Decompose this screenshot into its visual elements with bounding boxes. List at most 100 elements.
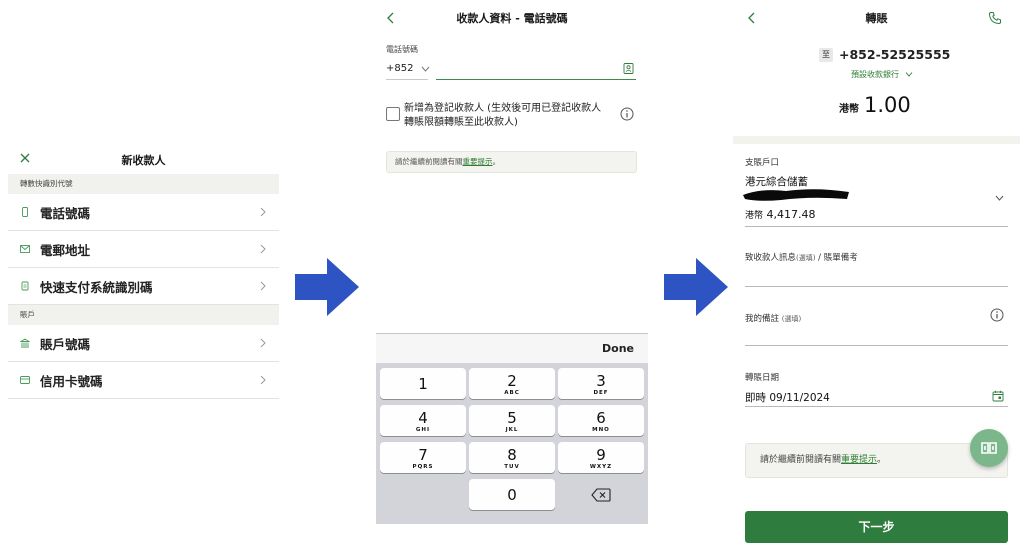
key-1[interactable]: 1 (380, 368, 466, 399)
info-icon[interactable] (990, 308, 1004, 322)
backspace-icon (591, 487, 611, 502)
payee-phone-number: +852-52525555 (839, 47, 951, 62)
key-5[interactable]: 5 JKL (469, 405, 555, 436)
next-button[interactable]: 下一步 (745, 511, 1008, 543)
back-icon[interactable] (386, 11, 396, 25)
key-0[interactable]: 0 (469, 479, 555, 510)
chevron-right-icon (260, 281, 266, 291)
info-icon[interactable] (620, 107, 634, 121)
new-payee-panel: 新收款人 轉數快識別代號 電話號碼 電郵地址 快速支付系統識別碼 賬戶 賬戶號碼… (8, 146, 279, 399)
country-code-value: +852 (386, 63, 414, 74)
to-badge: 至 (819, 47, 833, 62)
field-underline (745, 406, 1008, 407)
credit-card-icon (20, 375, 30, 385)
payee-type-label: 電話號碼 (40, 205, 91, 221)
country-code-select[interactable]: +852 (386, 63, 430, 74)
payee-type-fps-id[interactable]: 快速支付系統識別碼 (8, 268, 279, 305)
mail-icon (20, 244, 30, 254)
keyboard-done-button[interactable]: Done (602, 342, 634, 355)
numeric-keyboard: Done 1 2 ABC 3 DEF 4 GHI 5 JKL 6 MNO 7 PQRS 8T… (376, 333, 648, 524)
key-9[interactable]: 9 WXYZ (558, 442, 644, 473)
key-3[interactable]: 3 DEF (558, 368, 644, 399)
payee-type-label: 快速支付系統識別碼 (40, 279, 153, 295)
register-payee-label: 新增為登記收款人 (生效後可用已登記收款人轉賬限額轉賬至此收款人) (404, 103, 602, 128)
section-fps-id: 轉數快識別代號 (8, 174, 279, 194)
key-2[interactable]: 2 ABC (469, 368, 555, 399)
delete-key[interactable] (558, 479, 644, 510)
bank-icon (20, 338, 30, 348)
important-notice: 請於繼續前閱讀有關重要提示。 (745, 443, 1008, 478)
register-payee-checkbox[interactable] (386, 107, 400, 121)
payee-type-label: 信用卡號碼 (40, 373, 103, 389)
payee-summary: 至 +852-52525555 (819, 47, 950, 62)
balance-currency: 港幣 (745, 211, 764, 221)
contacts-icon[interactable] (623, 63, 634, 74)
page-title: 轉賬 (865, 12, 888, 25)
transfer-date-label: 轉賬日期 (745, 373, 780, 383)
page-title: 收款人資料 - 電話號碼 (456, 12, 568, 25)
chevron-down-icon (422, 66, 430, 72)
payee-type-phone[interactable]: 電話號碼 (8, 194, 279, 231)
transfer-panel: 轉賬 至 +852-52525555 預設收款銀行 港幣 1.00 支賬戶口 港… (733, 0, 1020, 552)
transfer-amount[interactable]: 港幣 1.00 (839, 93, 911, 117)
fps-id-icon (20, 281, 30, 291)
section-divider (733, 136, 1020, 144)
key-7[interactable]: 7 PQRS (380, 442, 466, 473)
key-4[interactable]: 4 GHI (380, 405, 466, 436)
payee-type-label: 電郵地址 (40, 242, 91, 258)
transfer-date-value[interactable]: 即時 09/11/2024 (745, 390, 830, 405)
receiving-bank-label: 預設收款銀行 (851, 70, 899, 79)
close-icon[interactable] (18, 151, 32, 165)
important-notice-link[interactable]: 重要提示 (841, 455, 877, 465)
screenshot-stage: 新收款人 轉數快識別代號 電話號碼 電郵地址 快速支付系統識別碼 賬戶 賬戶號碼… (0, 0, 1024, 552)
country-code-underline (386, 79, 428, 80)
floating-action-button[interactable] (970, 429, 1008, 467)
back-icon[interactable] (747, 11, 757, 25)
notice-suffix: 。 (877, 455, 887, 465)
section-account: 賬戶 (8, 305, 279, 325)
important-notice-link[interactable]: 重要提示 (463, 157, 493, 166)
receiving-bank-select[interactable]: 預設收款銀行 (851, 69, 913, 80)
chevron-down-icon (995, 195, 1004, 201)
message-to-payee-input[interactable] (745, 286, 1008, 287)
hsbc-hexagon-icon (981, 442, 997, 454)
field-underline (745, 226, 1008, 227)
account-balance: 港幣 4,417.48 (745, 208, 816, 221)
key-8[interactable]: 8 TUV (469, 442, 555, 473)
key-6[interactable]: 6 MNO (558, 405, 644, 436)
amount-value: 1.00 (864, 93, 911, 117)
payee-phone-panel: 收款人資料 - 電話號碼 電話號碼 +852 新增為登記收款人 (生效後可用已登… (376, 0, 648, 524)
chevron-down-icon (905, 72, 913, 77)
payee-phone-header: 收款人資料 - 電話號碼 (376, 0, 648, 36)
payee-type-label: 賬戶號碼 (40, 336, 91, 352)
keyboard-toolbar: Done (376, 333, 648, 363)
message-label-suffix: / 賬單備考 (815, 253, 858, 263)
phone-number-input[interactable] (436, 60, 636, 80)
new-payee-header: 新收款人 (8, 146, 279, 174)
important-notice: 請於繼續前閱讀有關重要提示。 (386, 151, 637, 173)
notice-text: 請於繼續前閱讀有關 (395, 157, 463, 166)
payee-type-credit-card[interactable]: 信用卡號碼 (8, 362, 279, 399)
chevron-right-icon (260, 375, 266, 385)
chevron-right-icon (260, 244, 266, 254)
payee-type-email[interactable]: 電郵地址 (8, 231, 279, 268)
notice-suffix: 。 (492, 157, 501, 166)
transfer-header: 轉賬 (733, 0, 1020, 36)
page-title: 新收款人 (121, 154, 166, 167)
optional-tag: (選填) (781, 315, 802, 323)
arrow-right-icon (664, 258, 728, 316)
message-to-payee-label: 致收款人訊息(選填) / 賬單備考 (745, 251, 858, 263)
calendar-icon[interactable] (992, 390, 1004, 402)
my-remark-input[interactable] (745, 345, 1008, 346)
payee-type-account-number[interactable]: 賬戶號碼 (8, 325, 279, 362)
from-account-label: 支賬戶口 (745, 158, 780, 168)
optional-tag: (選填) (796, 254, 816, 262)
my-remark-label: 我的備註 (選填) (745, 312, 801, 324)
phone-call-icon[interactable] (988, 11, 1002, 25)
phone-field-label: 電話號碼 (386, 45, 418, 54)
message-label-text: 致收款人訊息 (745, 253, 797, 263)
chevron-right-icon (260, 207, 266, 217)
chevron-right-icon (260, 338, 266, 348)
redaction-mark (743, 189, 849, 201)
amount-currency: 港幣 (839, 104, 859, 115)
